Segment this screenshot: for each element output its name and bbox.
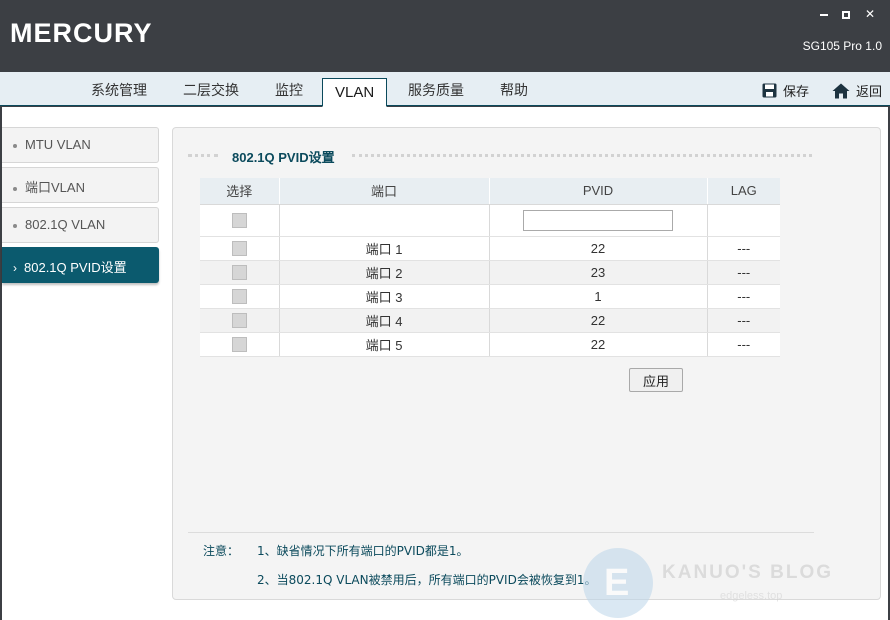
port-cell: 端口 4: [279, 308, 490, 333]
bullet-icon: [13, 223, 17, 228]
sidebar-item-port-vlan[interactable]: 端口VLAN: [2, 167, 159, 203]
pvid-cell: 22: [489, 236, 708, 261]
sidebar-item-label: 802.1Q PVID设置: [24, 260, 127, 275]
row-checkbox[interactable]: [231, 289, 247, 305]
table-row: 端口 4 22 ---: [200, 308, 780, 333]
sidebar-item-mtu-vlan[interactable]: MTU VLAN: [2, 127, 159, 163]
table-row: 端口 5 22 ---: [200, 332, 780, 357]
settings-panel: 802.1Q PVID设置 选择 端口 PVID LAG 端口 1 22 ---…: [172, 127, 881, 600]
lag-cell: ---: [707, 284, 780, 309]
tab-help[interactable]: 帮助: [500, 80, 528, 100]
sidebar-item-label: 802.1Q VLAN: [25, 217, 106, 232]
maximize-icon: [842, 10, 850, 19]
note-item: 1、缺省情况下所有端口的PVID都是1。: [257, 544, 469, 558]
lag-cell: ---: [707, 332, 780, 357]
divider: [188, 532, 814, 533]
device-model: SG105 Pro 1.0: [802, 39, 882, 53]
tab-system-management[interactable]: 系统管理: [91, 80, 147, 100]
pvid-filter-cell: [489, 204, 708, 237]
sidebar-item-8021q-pvid[interactable]: › 802.1Q PVID设置: [2, 247, 159, 283]
pvid-input[interactable]: [523, 209, 673, 231]
save-icon: [762, 83, 777, 98]
column-header-port: 端口: [279, 178, 490, 205]
port-cell: 端口 1: [279, 236, 490, 261]
close-button[interactable]: ✕: [862, 6, 878, 22]
port-cell: 端口 5: [279, 332, 490, 357]
port-cell: 端口 3: [279, 284, 490, 309]
back-button[interactable]: 返回: [832, 81, 882, 100]
sidebar-item-label: MTU VLAN: [25, 137, 91, 152]
tab-qos[interactable]: 服务质量: [408, 80, 464, 100]
row-checkbox[interactable]: [231, 337, 247, 353]
tab-vlan[interactable]: VLAN: [322, 78, 388, 107]
pvid-table: 选择 端口 PVID LAG 端口 1 22 --- 端口 2 23 --- 端…: [200, 178, 780, 357]
lag-cell: ---: [707, 308, 780, 333]
apply-button[interactable]: 应用: [629, 368, 683, 392]
table-filter-row: [200, 204, 780, 237]
home-icon: [832, 83, 850, 98]
save-button[interactable]: 保存: [762, 81, 809, 100]
section-header: 802.1Q PVID设置: [188, 145, 814, 165]
column-header-select: 选择: [200, 178, 280, 205]
brand-logo: MERCURY: [10, 18, 153, 48]
save-label: 保存: [783, 85, 810, 100]
section-title: 802.1Q PVID设置: [232, 150, 335, 165]
row-checkbox[interactable]: [231, 313, 247, 329]
select-all-checkbox[interactable]: [231, 213, 247, 229]
tab-monitoring[interactable]: 监控: [275, 80, 303, 100]
divider: [188, 154, 218, 157]
bullet-icon: [13, 186, 17, 191]
table-header-row: 选择 端口 PVID LAG: [200, 178, 780, 205]
column-header-pvid: PVID: [489, 178, 708, 205]
table-row: 端口 3 1 ---: [200, 284, 780, 309]
port-cell: 端口 2: [279, 260, 490, 285]
port-filter-cell: [279, 204, 490, 237]
menu-bar: 系统管理 二层交换 监控 VLAN 服务质量 帮助 保存 返回: [0, 72, 890, 107]
bullet-icon: [13, 143, 17, 148]
pvid-cell: 22: [489, 332, 708, 357]
close-icon: ✕: [864, 7, 876, 21]
row-checkbox[interactable]: [231, 265, 247, 281]
row-checkbox[interactable]: [231, 241, 247, 257]
sidebar-item-8021q-vlan[interactable]: 802.1Q VLAN: [2, 207, 159, 243]
lag-filter-cell: [707, 204, 780, 237]
pvid-cell: 22: [489, 308, 708, 333]
back-label: 返回: [856, 85, 883, 100]
maximize-button[interactable]: [838, 6, 854, 22]
minimize-button[interactable]: [816, 6, 832, 22]
note-item: 2、当802.1Q VLAN被禁用后，所有端口的PVID会被恢复到1。: [257, 573, 597, 587]
title-bar: MERCURY SG105 Pro 1.0 ✕: [0, 0, 890, 72]
column-header-lag: LAG: [707, 178, 780, 205]
lag-cell: ---: [707, 236, 780, 261]
lag-cell: ---: [707, 260, 780, 285]
sidebar-item-label: 端口VLAN: [25, 180, 85, 195]
note-heading: 注意：: [203, 544, 240, 558]
pvid-cell: 23: [489, 260, 708, 285]
chevron-right-icon: ›: [13, 261, 17, 275]
table-row: 端口 2 23 ---: [200, 260, 780, 285]
select-all-cell: [200, 204, 280, 237]
pvid-cell: 1: [489, 284, 708, 309]
minimize-icon: [820, 13, 828, 16]
tab-layer2-switching[interactable]: 二层交换: [183, 80, 239, 100]
content-area: MTU VLAN 端口VLAN 802.1Q VLAN › 802.1Q PVID…: [2, 107, 888, 620]
table-row: 端口 1 22 ---: [200, 236, 780, 261]
divider: [352, 154, 812, 157]
